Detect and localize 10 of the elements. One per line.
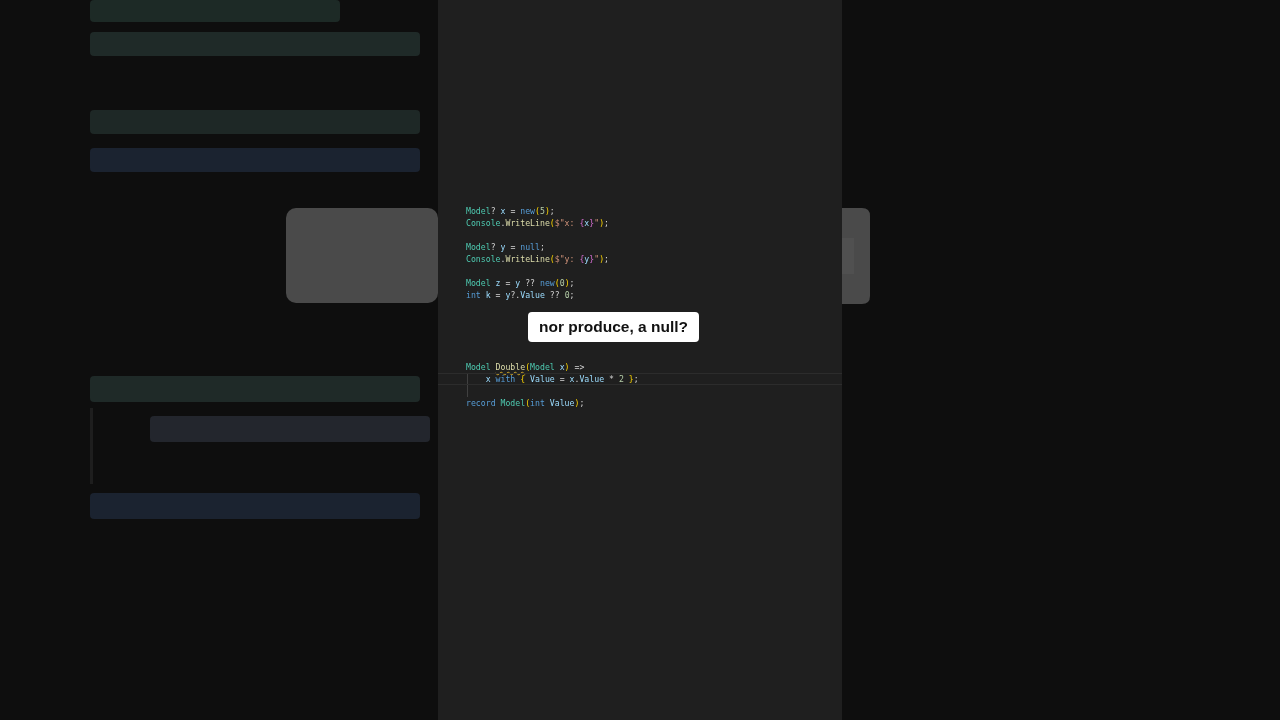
code-line: int k = y?.Value ?? 0; [466,290,575,300]
code-line: Console.WriteLine($"x: {x}"); [466,218,610,228]
code-line: Console.WriteLine($"y: {y}"); [466,254,610,264]
code-line: record Model(int Value); [466,398,585,408]
caption: nor produce, a null? [528,312,699,342]
code-line: Model? y = null; [466,242,545,252]
code-line: Model? x = new(5); [466,206,555,216]
code-line: Model Double(Model x) => [466,362,585,372]
code-line: Model z = y ?? new(0); [466,278,575,288]
code-line: x with { Value = x.Value * 2 }; [484,374,639,384]
